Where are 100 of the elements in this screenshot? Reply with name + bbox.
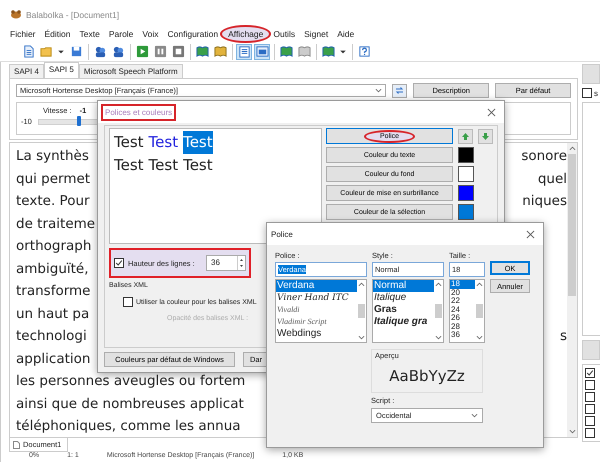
text-line: les personnes aveugles ou fortem (16, 372, 246, 391)
checkbox[interactable] (585, 392, 595, 402)
menu-item[interactable]: Édition (44, 28, 72, 40)
text-line: ambiguïté, (16, 260, 89, 278)
list-item[interactable]: Italique (373, 292, 434, 304)
tab[interactable]: SAPI 5 (44, 62, 79, 78)
tab[interactable]: Microsoft Speech Platform (78, 64, 183, 78)
dialog-title: Police (270, 228, 294, 240)
book-icon[interactable] (278, 44, 294, 60)
text-line: La synthès (16, 147, 89, 166)
font-sample: AaBbYyZz (389, 366, 465, 384)
scrollbar[interactable] (434, 280, 443, 342)
checkbox[interactable] (585, 380, 595, 390)
caret-icon[interactable] (358, 282, 365, 287)
checkbox[interactable] (582, 88, 592, 98)
caret-icon[interactable] (435, 335, 442, 340)
preview-word: Test (114, 155, 144, 176)
list-item[interactable]: 26 (450, 314, 475, 322)
caret-icon[interactable] (435, 282, 442, 287)
app-logo-icon (10, 10, 22, 19)
checkbox[interactable] (585, 428, 595, 438)
checkbox[interactable] (114, 258, 124, 268)
color-swatch[interactable] (458, 204, 474, 220)
list-item[interactable]: Normal (373, 280, 434, 292)
list-item[interactable]: 20 (450, 288, 475, 297)
preview-word: Test (148, 132, 178, 153)
book-icon[interactable] (320, 44, 336, 60)
text-line: sonore (521, 147, 567, 166)
menu-item[interactable]: Voix (141, 28, 160, 40)
color-swatch[interactable] (458, 185, 474, 201)
text-line: application (16, 350, 90, 368)
text-line: qui permet (16, 170, 90, 188)
text-line: quel (538, 170, 567, 188)
list-item[interactable]: 36 (450, 331, 475, 340)
list-item[interactable]: 24 (450, 306, 475, 314)
play-icon[interactable] (134, 44, 150, 60)
color-swatch[interactable] (458, 166, 474, 182)
menu-item[interactable]: Affichage (220, 25, 272, 43)
caret-icon[interactable] (358, 335, 365, 340)
checkbox[interactable] (585, 368, 595, 378)
checkbox[interactable] (123, 297, 133, 307)
list-item[interactable]: Viner Hand ITC (276, 292, 357, 304)
caret-icon[interactable] (476, 335, 483, 340)
menu-item[interactable]: Parole (108, 28, 134, 40)
text-line: de traiteme (16, 214, 96, 234)
scrollbar[interactable] (475, 280, 484, 342)
text-line: technologi (16, 327, 87, 346)
book-icon[interactable] (212, 44, 228, 60)
list-item[interactable]: Italique gra (373, 316, 434, 328)
list-item[interactable]: 18 (450, 280, 475, 288)
close-icon[interactable] (526, 230, 535, 238)
list-item[interactable]: Webdings (276, 328, 357, 340)
dialog-title: Polices et couleurs (101, 104, 176, 120)
menu-item[interactable]: Texte (78, 28, 101, 40)
text-line: téléphoniques, comme les annua (16, 417, 241, 436)
book-icon[interactable] (194, 44, 210, 60)
close-icon[interactable] (487, 108, 496, 116)
window-icon[interactable] (254, 44, 270, 60)
caret-icon[interactable] (471, 413, 478, 418)
menu-item[interactable]: Configuration (166, 28, 220, 40)
list-item[interactable]: Vladimir Script (276, 316, 357, 328)
menu-item[interactable]: Outils (272, 28, 296, 40)
window-title: Balabolka - [Document1] (26, 10, 120, 20)
book-icon[interactable] (296, 44, 312, 60)
tab[interactable]: SAPI 4 (9, 64, 44, 78)
caret-icon[interactable] (476, 282, 483, 287)
list-box[interactable]: Verdana Viner Hand ITC Vivaldi Vladimir Script Webdings (275, 279, 367, 343)
preview-word: Test (148, 155, 178, 176)
notepad-icon[interactable] (236, 44, 252, 60)
checkbox-label: s (594, 88, 598, 98)
swap-icon[interactable] (392, 84, 408, 98)
spinner-arrows-icon[interactable] (237, 256, 245, 270)
slider-thumb[interactable] (76, 116, 81, 126)
pause-icon[interactable] (152, 44, 168, 60)
text-line: orthograph (16, 237, 92, 256)
list-item[interactable]: 28 (450, 322, 475, 331)
text-line: transforme (16, 282, 90, 301)
stop-icon[interactable] (170, 44, 186, 60)
list-item[interactable]: Vivaldi (276, 304, 357, 316)
menu-item[interactable]: Signet (303, 28, 330, 40)
menu-item[interactable]: Fichier (9, 28, 37, 40)
text-line: s (560, 327, 567, 346)
checkbox[interactable] (585, 404, 595, 414)
checkbox[interactable] (585, 416, 595, 426)
list-item[interactable]: 22 (450, 297, 475, 306)
list-item[interactable]: Verdana (276, 280, 357, 292)
scrollbar[interactable] (357, 280, 366, 342)
list-box[interactable]: 18 20 22 24 26 28 36 (449, 279, 485, 343)
line-height-field[interactable]: 36 (206, 255, 246, 271)
menu-item[interactable]: Aide (336, 28, 356, 40)
preview-word: Test (114, 132, 144, 153)
preview-word: Test (183, 131, 213, 154)
document-icon (13, 440, 20, 448)
color-swatch[interactable] (458, 147, 474, 163)
caret-icon[interactable] (375, 88, 382, 93)
text-line: ainsi que de nombreuses applicat (16, 394, 244, 414)
text-line: niques (522, 192, 567, 211)
list-item[interactable]: Gras (373, 304, 434, 316)
list-box[interactable]: Normal Italique Gras Italique gra (372, 279, 444, 343)
text-line: un haut pa (16, 304, 90, 324)
